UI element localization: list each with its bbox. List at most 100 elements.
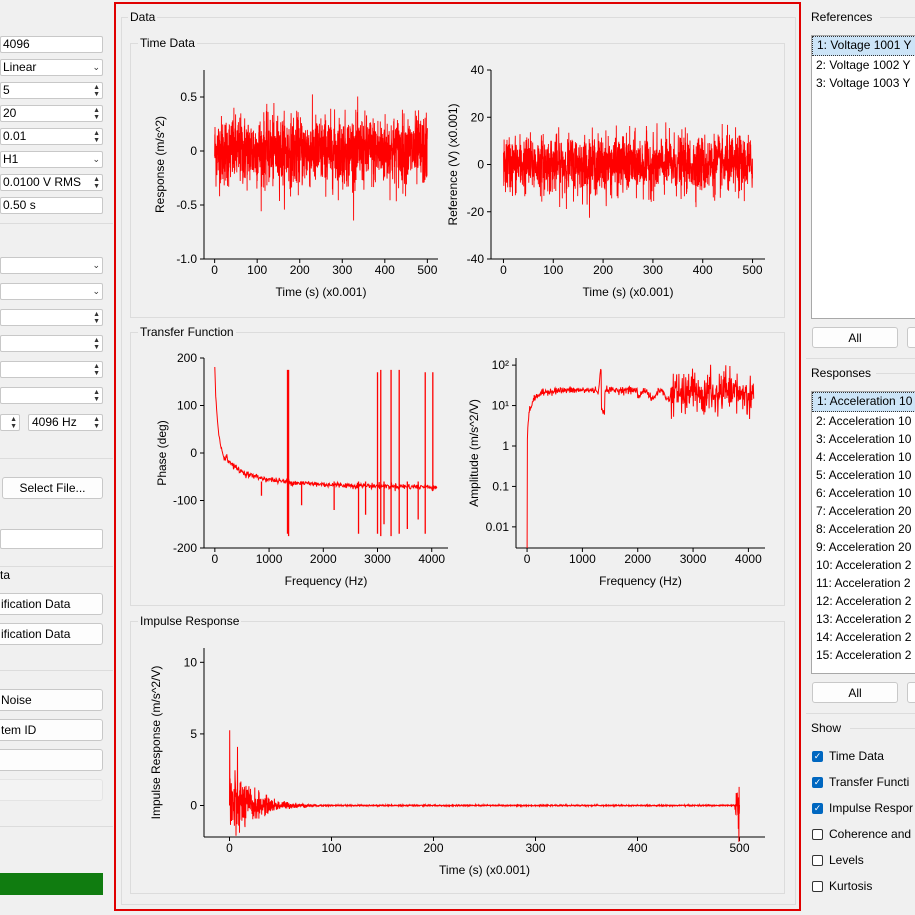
show-checkbox-label: Kurtosis xyxy=(829,879,873,893)
show-checkbox-impulse-respor[interactable]: ✓ Impulse Respor xyxy=(812,801,913,815)
x-tick-label: 2000 xyxy=(310,552,337,566)
show-checkbox-kurtosis[interactable]: Kurtosis xyxy=(812,879,872,893)
y-tick-label: 10¹ xyxy=(492,399,509,413)
checkbox-checked-icon: ✓ xyxy=(812,802,823,814)
x-tick-label: 400 xyxy=(627,841,647,855)
references-none-button[interactable] xyxy=(907,327,915,348)
checkbox-unchecked-icon xyxy=(812,854,823,866)
response-item[interactable]: 13: Acceleration 2 xyxy=(812,610,915,628)
x-tick-label: 300 xyxy=(525,841,545,855)
x-tick-label: 3000 xyxy=(364,552,391,566)
x-tick-label: 0 xyxy=(212,552,219,566)
y-tick-label: 0.01 xyxy=(486,520,510,534)
response-item[interactable]: 7: Acceleration 20 xyxy=(812,502,915,520)
response-item[interactable]: 10: Acceleration 2 xyxy=(812,556,915,574)
x-tick-label: 0 xyxy=(524,552,531,566)
x-tick-label: 0 xyxy=(211,263,218,277)
y-tick-label: -100 xyxy=(173,494,197,508)
x-tick-label: 500 xyxy=(729,841,749,855)
y-tick-label: -200 xyxy=(173,541,197,555)
x-tick-label: 4000 xyxy=(735,552,762,566)
separator xyxy=(876,373,915,374)
x-tick-label: 0 xyxy=(500,263,507,277)
series-line xyxy=(214,366,438,492)
y-axis-label: Response (m/s^2) xyxy=(153,116,167,213)
response-item[interactable]: 6: Acceleration 10 xyxy=(812,484,915,502)
y-tick-label: 0.1 xyxy=(492,479,509,493)
y-axis-label: Phase (deg) xyxy=(155,420,169,485)
x-tick-label: 400 xyxy=(375,263,395,277)
chart-3: 0 1000 2000 3000 4000 -200 -100 0 100 200 Frequenc… xyxy=(155,351,448,588)
response-item[interactable]: 12: Acceleration 2 xyxy=(812,592,915,610)
x-tick-label: 200 xyxy=(423,841,443,855)
responses-list[interactable]: 1: Acceleration 10 2: Acceleration 10 3: A… xyxy=(811,391,915,674)
show-checkbox-label: Levels xyxy=(829,853,864,867)
reference-item[interactable]: 2: Voltage 1002 Y xyxy=(812,56,915,74)
y-tick-label: 20 xyxy=(471,110,485,124)
x-tick-label: 0 xyxy=(226,841,233,855)
x-axis-label: Frequency (Hz) xyxy=(599,574,682,588)
x-tick-label: 4000 xyxy=(418,552,445,566)
chart-4: 0 1000 2000 3000 4000 0.01 0.1 1 10¹ 10² Frequency… xyxy=(467,358,765,588)
show-checkbox-transfer-functi[interactable]: ✓ Transfer Functi xyxy=(812,775,909,789)
response-item[interactable]: 3: Acceleration 10 xyxy=(812,430,915,448)
x-tick-label: 1000 xyxy=(569,552,596,566)
response-item[interactable]: 15: Acceleration 2 xyxy=(812,646,915,664)
x-tick-label: 100 xyxy=(247,263,267,277)
y-tick-label: 0 xyxy=(190,446,197,460)
checkbox-unchecked-icon xyxy=(812,828,823,840)
x-tick-label: 1000 xyxy=(256,552,283,566)
x-axis-label: Time (s) (x0.001) xyxy=(439,863,530,877)
chart-2: 0 100 200 300 400 500 -40 -20 0 20 40 Time (s) (x0.… xyxy=(446,63,765,299)
response-item[interactable]: 11: Acceleration 2 xyxy=(812,574,915,592)
y-tick-label: 10² xyxy=(492,358,509,372)
x-axis-label: Frequency (Hz) xyxy=(285,574,368,588)
y-axis-label: Reference (V) (x0.001) xyxy=(446,103,460,225)
x-tick-label: 200 xyxy=(593,263,613,277)
show-checkbox-time-data[interactable]: ✓ Time Data xyxy=(812,749,884,763)
y-tick-label: 0 xyxy=(190,144,197,158)
reference-item[interactable]: 1: Voltage 1001 Y xyxy=(812,36,915,56)
y-tick-label: 1 xyxy=(502,439,509,453)
y-tick-label: -40 xyxy=(467,252,485,266)
response-item[interactable]: 1: Acceleration 10 xyxy=(812,392,915,412)
responses-none-button[interactable] xyxy=(907,682,915,703)
y-axis-label: Amplitude (m/s^2/V) xyxy=(467,399,481,507)
response-item[interactable]: 2: Acceleration 10 xyxy=(812,412,915,430)
response-item[interactable]: 5: Acceleration 10 xyxy=(812,466,915,484)
charts-svg: 0 100 200 300 400 500-1.0-0.500.5Time (s) (x0… xyxy=(149,63,765,877)
references-all-button[interactable]: All xyxy=(812,327,898,348)
show-checkbox-label: Impulse Respor xyxy=(829,801,914,815)
checkbox-checked-icon: ✓ xyxy=(812,750,823,762)
references-list[interactable]: 1: Voltage 1001 Y 2: Voltage 1002 Y 3: Vol… xyxy=(811,35,915,319)
separator xyxy=(806,358,915,359)
response-item[interactable]: 8: Acceleration 20 xyxy=(812,520,915,538)
y-tick-label: -0.5 xyxy=(176,198,197,212)
show-checkbox-label: Time Data xyxy=(829,749,884,763)
response-item[interactable]: 14: Acceleration 2 xyxy=(812,628,915,646)
x-tick-label: 200 xyxy=(290,263,310,277)
y-tick-label: 100 xyxy=(177,399,197,413)
reference-item[interactable]: 3: Voltage 1003 Y xyxy=(812,74,915,92)
x-axis-label: Time (s) (x0.001) xyxy=(276,285,367,299)
x-tick-label: 3000 xyxy=(680,552,707,566)
x-tick-label: 100 xyxy=(321,841,341,855)
x-tick-label: 500 xyxy=(743,263,763,277)
y-axis-label: Impulse Response (m/s^2/V) xyxy=(149,666,163,820)
responses-all-button[interactable]: All xyxy=(812,682,898,703)
show-checkbox-label: Transfer Functi xyxy=(829,775,910,789)
x-tick-label: 100 xyxy=(543,263,563,277)
x-axis-label: Time (s) (x0.001) xyxy=(583,285,674,299)
x-tick-label: 500 xyxy=(417,263,437,277)
references-title: References xyxy=(811,10,873,24)
response-item[interactable]: 9: Acceleration 20 xyxy=(812,538,915,556)
y-tick-label: 0 xyxy=(477,158,484,172)
show-checkbox-coherence-and[interactable]: Coherence and xyxy=(812,827,911,841)
responses-title: Responses xyxy=(811,366,872,380)
show-checkbox-label: Coherence and xyxy=(829,827,912,841)
response-item[interactable]: 4: Acceleration 10 xyxy=(812,448,915,466)
x-tick-label: 300 xyxy=(332,263,352,277)
series-line xyxy=(503,122,753,218)
phase-spikes xyxy=(260,369,434,537)
show-checkbox-levels[interactable]: Levels xyxy=(812,853,864,867)
